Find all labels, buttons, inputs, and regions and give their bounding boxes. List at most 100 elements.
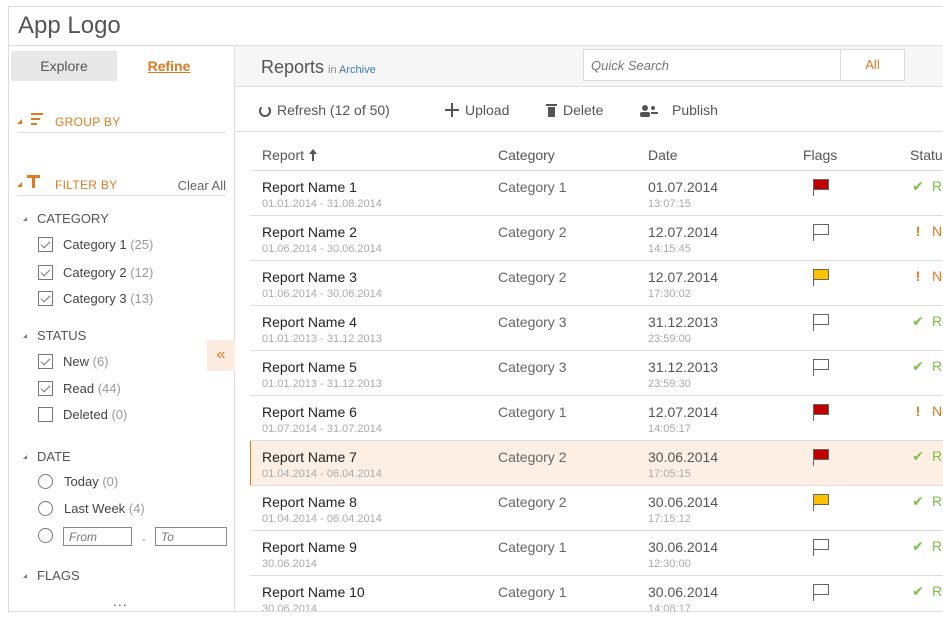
delete-button[interactable]: Delete xyxy=(546,101,603,119)
report-time: 17:05:15 xyxy=(648,468,691,480)
expand-triangle-icon xyxy=(23,217,27,221)
table-row[interactable]: Report Name 3 01.06.2014 - 30.06.2014 Cate… xyxy=(250,261,943,306)
date-range-separator: - xyxy=(142,534,146,546)
checkbox[interactable] xyxy=(38,354,53,369)
toolbar: Refresh (12 of 50) Upload Delete Publish xyxy=(235,87,943,132)
table-row[interactable]: Report Name 1 01.01.2014 - 31.08.2014 Cate… xyxy=(250,171,943,216)
report-category: Category 1 xyxy=(498,404,567,420)
report-date: 30.06.2014 xyxy=(648,494,719,510)
filter-category-2[interactable]: Category 2 (12) xyxy=(38,264,153,282)
reports-header: Reportsin Archive All xyxy=(235,46,943,87)
table-row[interactable]: Report Name 9 30.06.2014 Category 1 30.06.2… xyxy=(250,531,943,576)
more-filters-indicator[interactable]: ... xyxy=(113,593,128,609)
report-date: 12.07.2014 xyxy=(648,269,719,285)
checkbox[interactable] xyxy=(38,381,53,396)
collapse-sidebar-button[interactable]: « xyxy=(207,340,235,371)
flag-icon[interactable] xyxy=(813,539,830,556)
report-time: 14:15:45 xyxy=(648,243,691,255)
group-by-label: GROUP BY xyxy=(55,115,121,129)
tab-refine[interactable]: Refine xyxy=(117,51,221,81)
radio-button[interactable] xyxy=(38,501,53,516)
report-category: Category 2 xyxy=(498,494,567,510)
flag-icon[interactable] xyxy=(813,584,830,601)
filter-by-header: FILTER BY Clear All xyxy=(17,174,226,196)
column-header-date[interactable]: Date xyxy=(648,147,678,163)
status-badge: ✔Read xyxy=(910,358,943,375)
report-name: Report Name 8 xyxy=(262,494,357,510)
report-date: 01.07.2014 xyxy=(648,179,719,195)
page-title: Reports in Archive xyxy=(261,57,376,77)
plus-icon xyxy=(445,103,459,117)
status-badge: !New xyxy=(910,223,943,239)
radio-button[interactable] xyxy=(38,474,53,489)
flag-icon[interactable] xyxy=(813,314,830,331)
column-header-status[interactable]: Status xyxy=(910,147,943,163)
app-window: App Logo Explore Refine GROUP BY FILTER … xyxy=(8,6,943,612)
search-scope-button[interactable]: All xyxy=(840,49,905,81)
filter-group-date[interactable]: DATE xyxy=(23,449,71,464)
report-category: Category 3 xyxy=(498,314,567,330)
table-row[interactable]: Report Name 10 30.06.2014 Category 1 30.06.… xyxy=(250,576,943,611)
filter-status-new[interactable]: New (6) xyxy=(38,353,109,371)
report-time: 17:15:12 xyxy=(648,513,691,525)
report-date-range: 01.07.2014 - 31.07.2014 xyxy=(262,423,382,435)
column-header-report[interactable]: Report xyxy=(262,147,318,163)
clear-all-link[interactable]: Clear All xyxy=(178,178,226,193)
flag-icon[interactable] xyxy=(813,494,830,511)
filter-category-1[interactable]: Category 1 (25) xyxy=(38,236,153,254)
flag-icon[interactable] xyxy=(813,179,830,196)
filter-category-3[interactable]: Category 3 (13) xyxy=(38,290,153,308)
sidebar-tabs: Explore Refine xyxy=(11,51,221,81)
table-row[interactable]: Report Name 6 01.07.2014 - 31.07.2014 Cate… xyxy=(250,396,943,441)
filter-group-category[interactable]: CATEGORY xyxy=(23,211,109,226)
table-row[interactable]: Report Name 4 01.01.2013 - 31.12.2013 Cate… xyxy=(250,306,943,351)
breadcrumb-archive-link[interactable]: Archive xyxy=(339,64,376,76)
users-icon xyxy=(640,103,658,117)
flag-icon[interactable] xyxy=(813,404,830,421)
table-row[interactable]: Report Name 2 01.06.2014 - 30.06.2014 Cate… xyxy=(250,216,943,261)
table-row[interactable]: Report Name 5 01.01.2013 - 31.12.2013 Cate… xyxy=(250,351,943,396)
column-header-category[interactable]: Category xyxy=(498,147,555,163)
flag-icon[interactable] xyxy=(813,269,830,286)
refresh-button[interactable]: Refresh (12 of 50) xyxy=(259,101,390,119)
report-name: Report Name 7 xyxy=(262,449,357,465)
radio-button[interactable] xyxy=(38,528,53,543)
report-time: 13:07:15 xyxy=(648,198,691,210)
flag-icon[interactable] xyxy=(813,449,830,466)
checkbox[interactable] xyxy=(38,265,53,280)
refresh-icon xyxy=(259,105,271,117)
date-from-input[interactable] xyxy=(63,527,132,546)
report-date: 12.07.2014 xyxy=(648,404,719,420)
upload-button[interactable]: Upload xyxy=(445,101,509,119)
column-header-flags[interactable]: Flags xyxy=(803,147,837,163)
report-date: 12.07.2014 xyxy=(648,224,719,240)
status-badge: ✔Read xyxy=(910,583,943,600)
report-date-range: 30.06.2014 xyxy=(262,603,318,611)
quick-search-input[interactable] xyxy=(583,49,841,81)
table-row[interactable]: Report Name 7 01.04.2014 - 06.04.2014 Cate… xyxy=(250,441,943,486)
checkbox[interactable] xyxy=(38,291,53,306)
flag-icon[interactable] xyxy=(813,359,830,376)
sort-ascending-icon xyxy=(309,149,318,161)
checkmark-icon: ✔ xyxy=(912,493,924,509)
publish-button[interactable]: Publish xyxy=(640,101,718,119)
filter-status-deleted[interactable]: Deleted (0) xyxy=(38,406,127,424)
trash-icon xyxy=(546,104,557,117)
date-to-input[interactable] xyxy=(155,527,227,546)
filter-date-last-week[interactable]: Last Week (4) xyxy=(38,500,145,518)
filter-date-today[interactable]: Today (0) xyxy=(38,473,118,491)
checkbox[interactable] xyxy=(38,237,53,252)
flag-icon[interactable] xyxy=(813,224,830,241)
table-row[interactable]: Report Name 8 01.04.2014 - 06.04.2014 Cate… xyxy=(250,486,943,531)
filter-status-read[interactable]: Read (44) xyxy=(38,380,121,398)
status-badge: ✔Read xyxy=(910,448,943,465)
filter-group-flags[interactable]: FLAGS xyxy=(23,568,80,583)
report-date-range: 01.06.2014 - 30.06.2014 xyxy=(262,288,382,300)
status-badge: ✔Read xyxy=(910,493,943,510)
checkmark-icon: ✔ xyxy=(912,178,924,194)
group-by-header[interactable]: GROUP BY xyxy=(17,111,226,133)
collapse-triangle-icon[interactable] xyxy=(17,182,22,187)
tab-explore[interactable]: Explore xyxy=(11,51,117,81)
filter-group-status[interactable]: STATUS xyxy=(23,328,86,343)
checkbox[interactable] xyxy=(38,407,53,422)
